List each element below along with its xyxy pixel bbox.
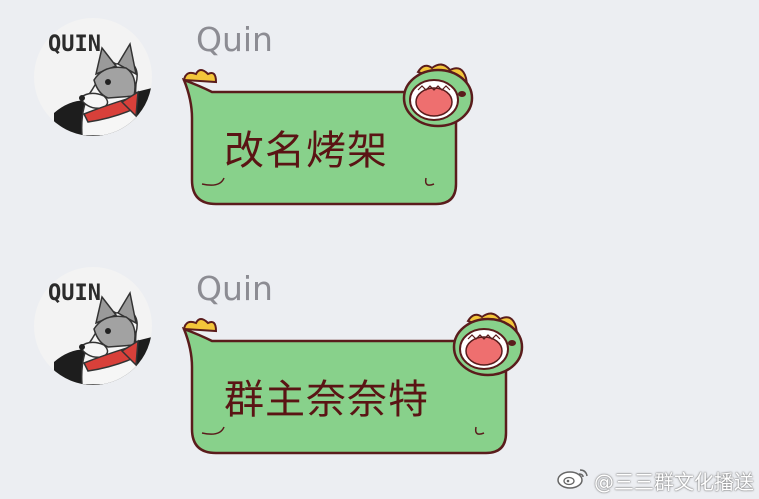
sticker-bubble[interactable]: 改名烤架 (180, 60, 480, 210)
message-text: 群主奈奈特 (224, 377, 429, 423)
shiba-dog-icon (54, 41, 152, 136)
shiba-dog-icon (54, 290, 152, 385)
chat-message: QUIN Quin 改名烤架 (0, 0, 759, 240)
watermark: @三三群文化播送 (556, 464, 756, 494)
sender-name: Quin (196, 269, 273, 308)
weibo-icon (557, 469, 588, 489)
sticker-bubble[interactable]: 群主奈奈特 (180, 309, 530, 459)
sender-name: Quin (196, 20, 273, 59)
watermark-text: @三三群文化播送 (594, 470, 754, 494)
message-text: 改名烤架 (224, 128, 388, 174)
chat-message: QUIN Quin 群主奈奈特 (0, 249, 759, 489)
avatar[interactable]: QUIN (34, 18, 152, 136)
avatar[interactable]: QUIN (34, 267, 152, 385)
